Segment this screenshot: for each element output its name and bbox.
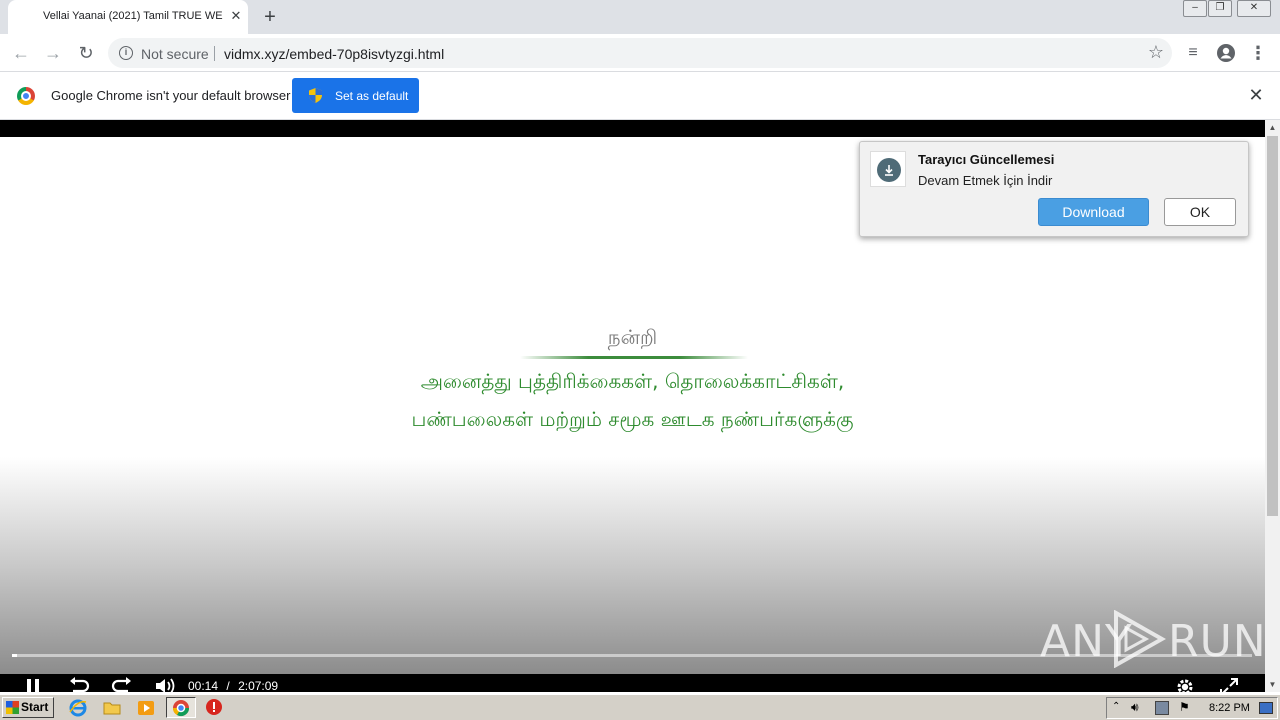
download-button[interactable]: Download bbox=[1038, 198, 1149, 226]
anyrun-watermark: ANY RUN bbox=[1040, 608, 1266, 668]
rewind-icon[interactable] bbox=[68, 677, 90, 692]
set-as-default-label: Set as default bbox=[335, 89, 409, 103]
media-controls-icon[interactable]: ≡ bbox=[1181, 41, 1205, 65]
time-separator: / bbox=[226, 679, 230, 692]
windows-logo-icon bbox=[6, 701, 19, 714]
show-desktop-icon[interactable] bbox=[1259, 702, 1273, 714]
action-center-flag-icon[interactable]: ⚑ bbox=[1179, 700, 1190, 714]
omnibox-divider bbox=[214, 46, 215, 61]
system-tray: ⌃ 🔊︎ ⚑ 8:22 PM bbox=[1106, 697, 1278, 719]
pause-icon[interactable] bbox=[26, 678, 40, 692]
taskbar-clock[interactable]: 8:22 PM bbox=[1209, 702, 1250, 714]
video-title-text: நன்றி bbox=[607, 325, 658, 349]
scroll-up-icon[interactable]: ▲ bbox=[1265, 120, 1280, 135]
address-bar[interactable]: i Not secure vidmx.xyz/embed-70p8isvtyzg… bbox=[108, 38, 1172, 68]
window-close-icon[interactable]: ✕ bbox=[1237, 0, 1271, 17]
start-label: Start bbox=[21, 700, 49, 714]
reload-icon[interactable]: ↻ bbox=[74, 41, 98, 65]
url-text[interactable]: vidmx.xyz/embed-70p8isvtyzgi.html bbox=[224, 46, 444, 62]
chrome-logo-icon bbox=[17, 87, 35, 105]
taskbar: Start ⌃ 🔊︎ ⚑ 8:22 PM bbox=[0, 694, 1280, 720]
video-line-1: அனைத்து புத்திரிக்கைகள், தொலைக்காட்சிகள்… bbox=[420, 369, 845, 393]
back-icon[interactable]: ← bbox=[9, 41, 33, 65]
site-info-icon[interactable]: i bbox=[119, 46, 133, 60]
start-button[interactable]: Start bbox=[2, 697, 54, 718]
forward-skip-icon[interactable] bbox=[111, 677, 133, 692]
media-player-icon[interactable] bbox=[136, 698, 158, 718]
fullscreen-icon[interactable] bbox=[1220, 678, 1238, 692]
video-title-underline bbox=[520, 356, 748, 359]
default-browser-infobar: Google Chrome isn't your default browser… bbox=[0, 72, 1280, 120]
popup-body: Devam Etmek İçin İndir bbox=[918, 173, 1053, 188]
scroll-thumb[interactable] bbox=[1267, 136, 1278, 516]
current-time: 00:14 bbox=[188, 679, 219, 692]
forward-icon[interactable]: → bbox=[41, 41, 65, 65]
scroll-down-icon[interactable]: ▼ bbox=[1265, 677, 1280, 692]
page-scrollbar[interactable]: ▲ ▼ bbox=[1265, 120, 1280, 692]
tab-strip: Vellai Yaanai (2021) Tamil TRUE WEB ✕ + … bbox=[0, 0, 1280, 34]
network-tray-icon[interactable] bbox=[1155, 701, 1169, 715]
minimize-icon[interactable]: – bbox=[1183, 0, 1207, 17]
duration: 2:07:09 bbox=[238, 679, 279, 692]
browser-toolbar: ← → ↻ i Not secure vidmx.xyz/embed-70p8i… bbox=[0, 34, 1280, 72]
stop-icon[interactable] bbox=[205, 698, 227, 718]
popup-title: Tarayıcı Güncellemesi bbox=[918, 152, 1055, 167]
menu-kebab-icon[interactable]: ⋮ bbox=[1246, 41, 1270, 65]
infobar-close-icon[interactable]: ✕ bbox=[1247, 86, 1265, 104]
file-explorer-icon[interactable] bbox=[102, 698, 124, 718]
chrome-taskbar-button[interactable] bbox=[166, 697, 196, 718]
internet-explorer-icon[interactable] bbox=[68, 698, 90, 718]
bookmark-star-icon[interactable]: ☆ bbox=[1148, 42, 1164, 63]
volume-tray-icon[interactable]: 🔊︎ bbox=[1131, 700, 1139, 715]
video-line-2: பண்பலைகள் மற்றும் சமூக ஊடக நண்பர்களுக்கு bbox=[411, 407, 854, 431]
infobar-message: Google Chrome isn't your default browser bbox=[51, 88, 291, 103]
restore-icon[interactable]: ❐ bbox=[1208, 0, 1232, 17]
uac-shield-icon bbox=[309, 88, 322, 103]
download-icon bbox=[877, 158, 901, 182]
tray-expand-icon[interactable]: ⌃ bbox=[1112, 701, 1120, 712]
new-tab-icon[interactable]: + bbox=[258, 5, 282, 29]
time-display: 00:14 / 2:07:09 bbox=[188, 679, 278, 692]
update-notification-popup: Tarayıcı Güncellemesi Devam Etmek İçin İ… bbox=[859, 141, 1249, 237]
volume-icon[interactable] bbox=[155, 677, 177, 692]
seek-bar-fill bbox=[12, 654, 17, 657]
popup-icon-frame bbox=[870, 151, 906, 187]
tab-close-icon[interactable]: ✕ bbox=[228, 8, 244, 24]
watermark-play-icon bbox=[1114, 610, 1166, 668]
watermark-run: RUN bbox=[1168, 616, 1267, 667]
ok-button[interactable]: OK bbox=[1164, 198, 1236, 226]
set-as-default-button[interactable]: Set as default bbox=[292, 78, 419, 113]
profile-icon[interactable] bbox=[1214, 41, 1238, 65]
security-label[interactable]: Not secure bbox=[141, 46, 209, 62]
settings-gear-icon[interactable] bbox=[1176, 678, 1194, 692]
browser-tab[interactable]: Vellai Yaanai (2021) Tamil TRUE WEB ✕ bbox=[8, 0, 248, 34]
tab-title: Vellai Yaanai (2021) Tamil TRUE WEB bbox=[43, 10, 223, 22]
